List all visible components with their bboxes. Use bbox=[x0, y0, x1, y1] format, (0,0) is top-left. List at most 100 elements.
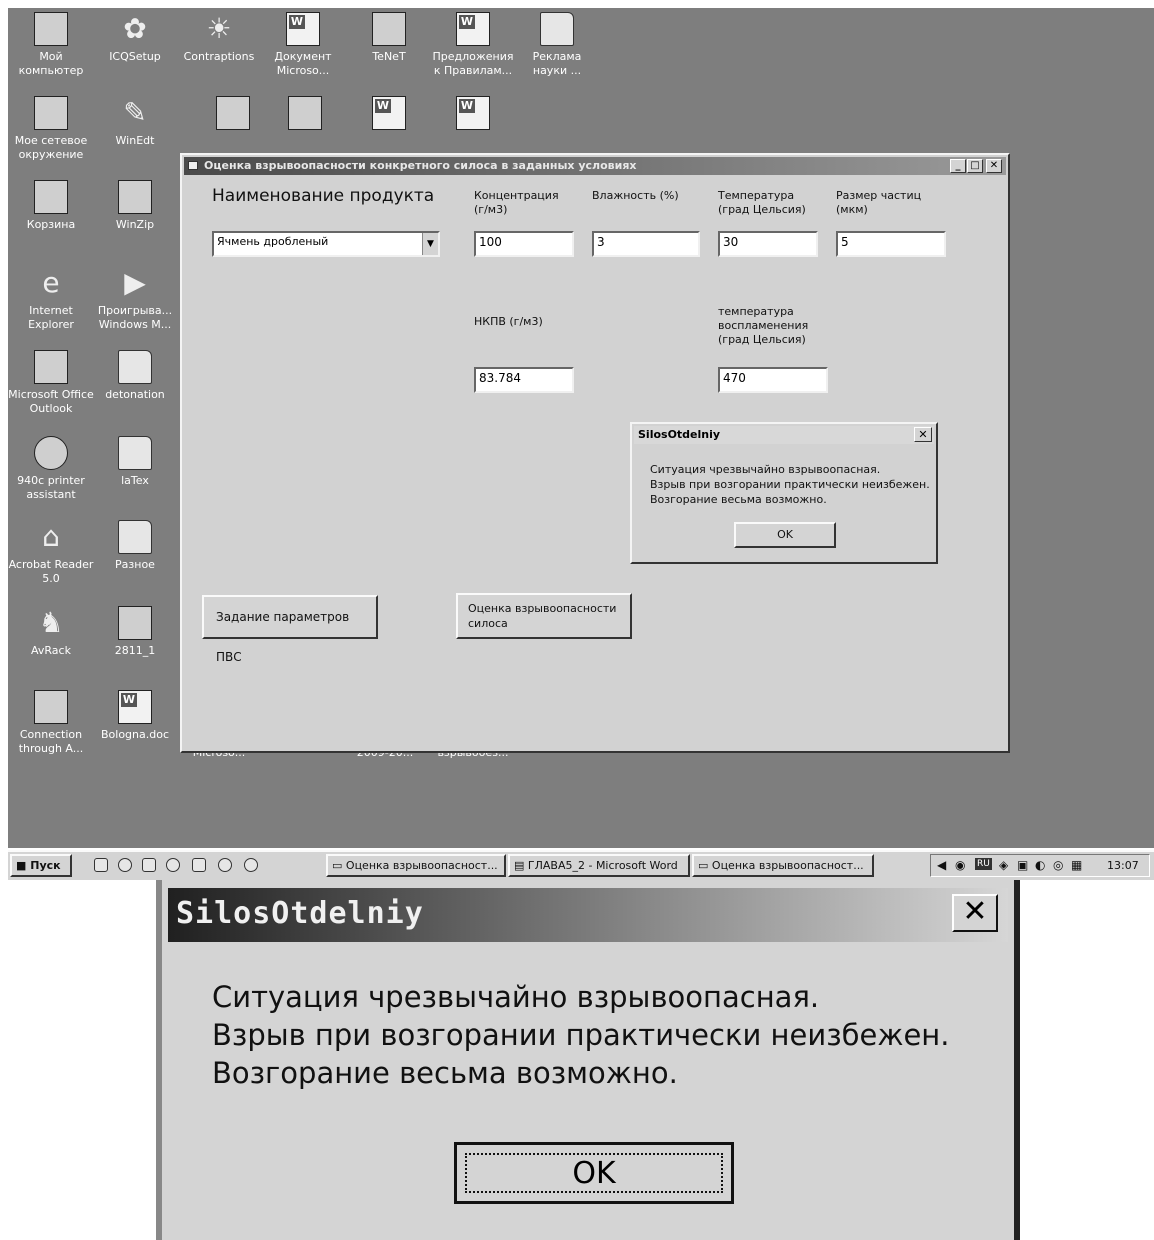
desktop-icon-raznoe[interactable]: Разное bbox=[92, 518, 178, 572]
desktop-icon-avrack[interactable]: ♞ AvRack bbox=[8, 604, 94, 658]
dialog-close-button[interactable]: ✕ bbox=[914, 427, 932, 442]
desktop-icon-document[interactable]: Документ Microsо... bbox=[260, 10, 346, 78]
outlook-quicklaunch-icon[interactable] bbox=[142, 858, 156, 872]
desktop-icon-winedt[interactable]: ✎ WinEdt bbox=[92, 94, 178, 148]
zoomed-close-button[interactable]: ✕ bbox=[952, 894, 998, 932]
printer-tray-icon[interactable]: ▣ bbox=[1017, 858, 1028, 872]
desktop-icon-2811[interactable]: 2811_1 bbox=[92, 604, 178, 658]
desktop-icon-winzip[interactable]: WinZip bbox=[92, 178, 178, 232]
acrobat-icon: ⌂ bbox=[42, 520, 60, 553]
desktop-icon-hp-printer[interactable]: 940c printer assistant bbox=[8, 434, 94, 502]
minimize-button[interactable]: _ bbox=[950, 159, 966, 173]
system-tray: ◀ ◉ RU ◈ ▣ ◐ ◎ ▦ 13:07 bbox=[930, 854, 1150, 877]
word-doc-icon bbox=[456, 96, 490, 130]
temperature-input[interactable]: 30 bbox=[718, 231, 818, 257]
quicklaunch-icon[interactable] bbox=[94, 858, 108, 872]
maximize-button[interactable]: □ bbox=[967, 159, 983, 173]
zoomed-ok-label: OK bbox=[465, 1153, 723, 1193]
desktop-icon-outlook[interactable]: Microsoft Office Outlook bbox=[8, 348, 94, 416]
dialog-ok-button[interactable]: OK bbox=[734, 522, 836, 548]
language-indicator[interactable]: RU bbox=[975, 858, 992, 870]
desktop-icon-detonation[interactable]: detonation bbox=[92, 348, 178, 402]
tray-app-icon[interactable]: ◐ bbox=[1035, 858, 1045, 872]
notepad-icon bbox=[288, 96, 322, 130]
chevron-down-icon[interactable]: ▼ bbox=[422, 233, 438, 255]
media-player-icon: ▶ bbox=[124, 266, 146, 299]
desktop-icon-partial-4[interactable] bbox=[430, 94, 516, 134]
icon-label: Реклама науки ... bbox=[532, 50, 582, 77]
icon-label: 2811_1 bbox=[114, 644, 156, 657]
desktop-icon-recycle-bin[interactable]: Корзина bbox=[8, 178, 94, 232]
icon-label: Предложения к Правилам... bbox=[432, 50, 514, 77]
desktop-icon-network-places[interactable]: Мое сетевое окружение bbox=[8, 94, 94, 162]
particle-size-input[interactable]: 5 bbox=[836, 231, 946, 257]
set-parameters-button[interactable]: Задание параметров ПВС bbox=[202, 595, 378, 664]
desktop-icon-my-computer[interactable]: Мой компьютер bbox=[8, 10, 94, 78]
quicklaunch-icon[interactable] bbox=[192, 858, 206, 872]
word-doc-icon bbox=[286, 12, 320, 46]
zoomed-ok-button[interactable]: OK bbox=[454, 1142, 734, 1204]
icon-label: Мой компьютер bbox=[18, 50, 84, 77]
icon-label: Корзина bbox=[26, 218, 76, 231]
product-label: Наименование продукта bbox=[212, 186, 435, 206]
product-select[interactable]: Ячмень дробленый ▼ bbox=[212, 231, 440, 257]
desktop-icon-tenet[interactable]: TeNeT bbox=[346, 10, 432, 64]
desktop-icon-bologna[interactable]: Bologna.doc bbox=[92, 688, 178, 742]
dialog-title: SilosOtdelniy bbox=[638, 428, 721, 441]
desktop-icon-internet-explorer[interactable]: e Internet Explorer bbox=[8, 264, 94, 332]
start-label: Пуск bbox=[30, 859, 61, 872]
assess-silo-button[interactable]: Оценка взрывоопасности силоса bbox=[456, 593, 632, 639]
desktop-icon-predlozheniya[interactable]: Предложения к Правилам... bbox=[430, 10, 516, 78]
window-titlebar[interactable]: Оценка взрывоопасности конкретного силос… bbox=[184, 157, 1006, 175]
humidity-input[interactable]: 3 bbox=[592, 231, 700, 257]
desktop-icon-connection[interactable]: Connection through A... bbox=[8, 688, 94, 756]
speaker-icon[interactable]: ◀ bbox=[937, 858, 946, 872]
ie-quicklaunch-icon[interactable] bbox=[118, 858, 132, 872]
dialog-message: Ситуация чрезвычайно взрывоопасная. Взры… bbox=[650, 462, 930, 507]
icon-label: Internet Explorer bbox=[28, 304, 74, 331]
media-file-icon bbox=[118, 606, 152, 640]
zoomed-dialog-titlebar[interactable]: SilosOtdelniy ✕ bbox=[168, 888, 1008, 942]
start-button[interactable]: ■ Пуск bbox=[10, 854, 72, 877]
icon-label: Проигрыва... Windows M... bbox=[97, 304, 173, 331]
icon-label: 940c printer assistant bbox=[17, 474, 85, 501]
media-quicklaunch-icon[interactable] bbox=[166, 858, 180, 872]
taskbar-item-assessment-app[interactable]: ▭ Оценка взрывоопасност... bbox=[692, 854, 874, 877]
desktop-icon-acrobat[interactable]: ⌂ Acrobat Reader 5.0 bbox=[8, 518, 94, 586]
nkpv-output[interactable]: 83.784 bbox=[474, 367, 574, 393]
ignition-temp-output[interactable]: 470 bbox=[718, 367, 828, 393]
close-button[interactable]: ✕ bbox=[986, 159, 1002, 173]
icon-label: laTex bbox=[121, 474, 149, 487]
connection-icon bbox=[34, 690, 68, 724]
folder-icon bbox=[118, 350, 152, 384]
word-doc-icon bbox=[372, 96, 406, 130]
desktop-icon-latex[interactable]: laTex bbox=[92, 434, 178, 488]
network-tray-icon[interactable]: ◈ bbox=[999, 858, 1008, 872]
tray-app-icon[interactable]: ◉ bbox=[955, 858, 965, 872]
concentration-input[interactable]: 100 bbox=[474, 231, 574, 257]
desktop-icon-icqsetup[interactable]: ✿ ICQSetup bbox=[92, 10, 178, 64]
desktop-icon-contraptions[interactable]: ☀ Contraptions bbox=[176, 10, 262, 64]
zoomed-dialog: SilosOtdelniy ✕ Ситуация чрезвычайно взр… bbox=[156, 880, 1020, 1240]
desktop-icon-media-player[interactable]: ▶ Проигрыва... Windows M... bbox=[92, 264, 178, 332]
clock[interactable]: 13:07 bbox=[1107, 859, 1139, 872]
zoomed-line-3: Возгорание весьма возможно. bbox=[212, 1056, 678, 1090]
desktop-icon-partial-2[interactable] bbox=[262, 94, 348, 134]
quicklaunch-icon[interactable] bbox=[218, 858, 232, 872]
desktop-icon-reklama[interactable]: Реклама науки ... bbox=[514, 10, 600, 78]
icon-label: Разное bbox=[115, 558, 155, 571]
taskbar-item-word[interactable]: ▤ ГЛАВА5_2 - Microsoft Word bbox=[508, 854, 690, 877]
desktop-icon-partial-3[interactable] bbox=[346, 94, 432, 134]
taskbar: ■ Пуск ▭ Оценка взрывоопаснoст... ▤ ГЛАВ… bbox=[8, 850, 1154, 880]
quicklaunch-icon[interactable] bbox=[244, 858, 258, 872]
zoomed-dialog-title: SilosOtdelniy bbox=[176, 896, 424, 931]
word-doc-icon: ▤ bbox=[514, 859, 525, 872]
icq-icon: ✿ bbox=[123, 12, 147, 45]
tray-app-icon[interactable]: ◎ bbox=[1053, 858, 1063, 872]
dialog-titlebar[interactable]: SilosOtdelniy bbox=[634, 426, 934, 444]
taskbar-item-assessment-folder[interactable]: ▭ Оценка взрывоопаснoст... bbox=[326, 854, 506, 877]
icon-label: Contraptions bbox=[183, 50, 255, 63]
silos-dialog: SilosOtdelniy ✕ Ситуация чрезвычайно взр… bbox=[630, 422, 938, 564]
avrack-icon: ♞ bbox=[38, 606, 64, 639]
tray-app-icon[interactable]: ▦ bbox=[1071, 858, 1082, 872]
